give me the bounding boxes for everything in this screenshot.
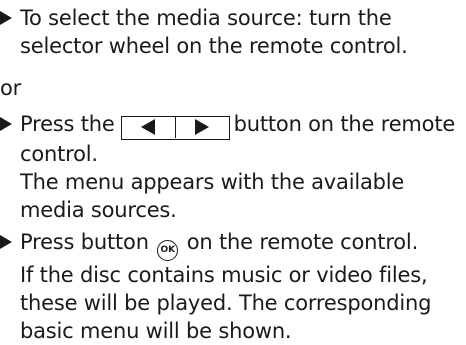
left-right-button-pair <box>120 115 230 140</box>
or-separator: or <box>0 76 22 100</box>
step-text-before: Press the <box>20 112 115 136</box>
left-button <box>122 117 175 138</box>
arrow-left-icon <box>141 119 156 135</box>
step-bullet-icon <box>0 235 12 249</box>
ok-button-icon: OK <box>157 240 179 261</box>
step-bullet-icon <box>0 11 12 25</box>
step-text-before: Press button <box>20 230 149 254</box>
right-button <box>174 116 229 138</box>
step-text: Press button OK on the remote control. If… <box>20 228 460 345</box>
step-text: Press the button on the remote control. Th… <box>20 110 460 224</box>
step-press-ok: Press button OK on the remote control. If… <box>0 228 460 345</box>
instruction-page: To select the media source: turn the sel… <box>0 0 466 343</box>
step-select-source: To select the media source: turn the sel… <box>0 4 460 60</box>
step-press-arrows: Press the button on the remote control. Th… <box>0 110 460 224</box>
arrow-right-icon <box>195 119 210 135</box>
step-result: If the disc contains music or video file… <box>20 263 432 343</box>
step-text: To select the media source: turn the sel… <box>20 6 408 58</box>
step-bullet-icon <box>0 117 12 131</box>
step-result: The menu appears with the available medi… <box>20 169 405 222</box>
step-text-after: on the remote control. <box>186 230 419 254</box>
